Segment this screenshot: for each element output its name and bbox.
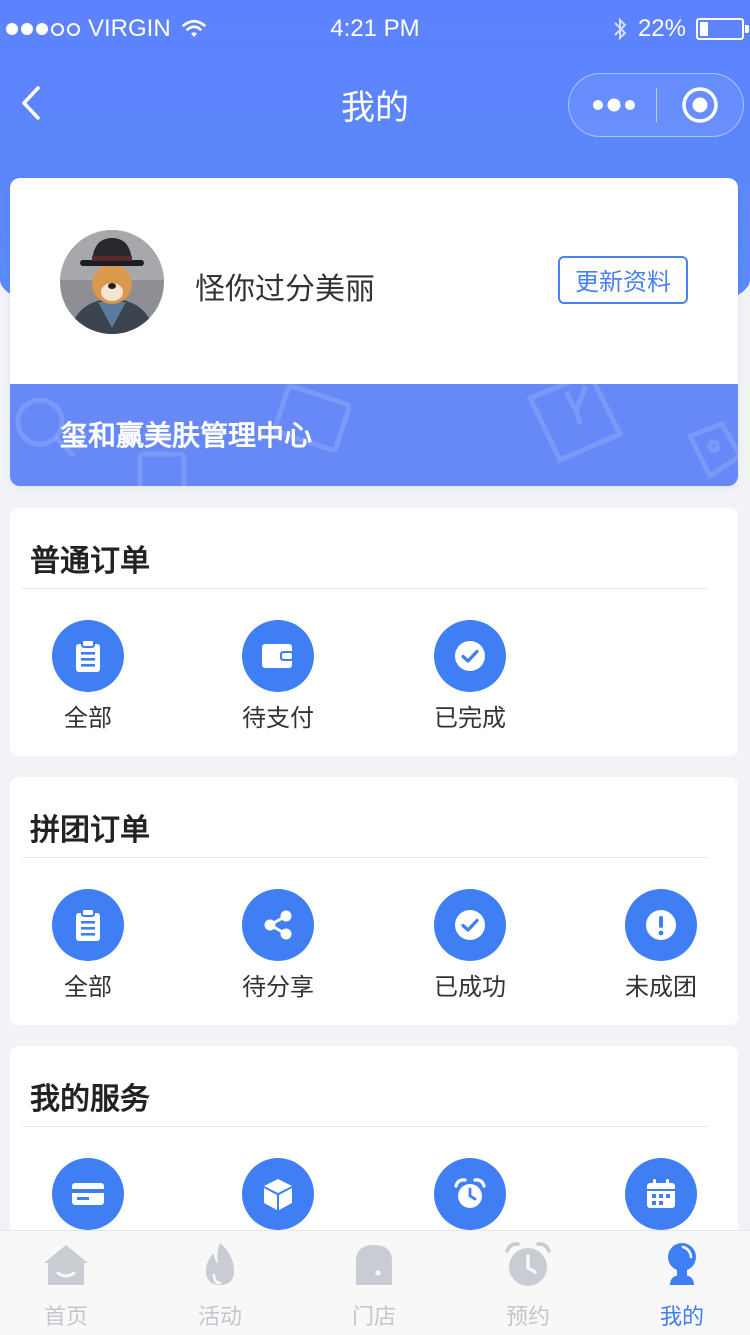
section-title: 我的服务	[30, 1082, 150, 1117]
card-icon	[52, 1158, 124, 1230]
group-order-success[interactable]: 已成功	[400, 889, 540, 1002]
group-order-to-share[interactable]: 待分享	[208, 889, 348, 1002]
item-label: 未成团	[625, 973, 697, 1001]
store-center-name: 玺和赢美肤管理中心	[60, 419, 313, 452]
order-completed[interactable]: 已完成	[400, 620, 540, 733]
clipboard-icon	[52, 889, 124, 961]
capsule-divider	[656, 88, 657, 122]
wallet-icon	[242, 620, 314, 692]
clock-icon	[505, 1242, 551, 1286]
battery-percent: 22%	[637, 15, 686, 42]
service-card[interactable]	[18, 1158, 158, 1230]
tab-bar: 首页 活动 门店 预约 我的	[0, 1230, 750, 1335]
item-label: 已成功	[434, 973, 506, 1001]
calendar-icon	[625, 1158, 697, 1230]
check-circle-icon	[434, 889, 506, 961]
section-divider	[22, 1126, 708, 1127]
tab-home[interactable]: 首页	[6, 1239, 126, 1331]
order-pending-payment[interactable]: 待支付	[208, 620, 348, 733]
navigation-bar: 我的	[0, 60, 750, 148]
check-circle-icon	[434, 620, 506, 692]
status-right: 22%	[612, 15, 749, 43]
item-label: 待支付	[242, 704, 314, 732]
close-target-icon[interactable]	[681, 86, 719, 124]
service-calendar[interactable]	[591, 1158, 731, 1230]
tab-label: 预约	[505, 1305, 550, 1330]
alarm-icon	[434, 1158, 506, 1230]
tab-label: 活动	[197, 1305, 242, 1330]
username: 怪你过分美丽	[195, 272, 375, 307]
group-order-failed[interactable]: 未成团	[591, 889, 731, 1002]
battery-icon	[696, 18, 749, 40]
service-reminder[interactable]	[400, 1158, 540, 1230]
item-label: 全部	[64, 704, 112, 732]
tab-appointment[interactable]: 预约	[468, 1239, 588, 1331]
home-icon	[44, 1245, 88, 1285]
bluetooth-icon	[614, 17, 627, 41]
share-icon	[242, 889, 314, 961]
item-label: 待分享	[242, 973, 314, 1001]
section-divider	[22, 588, 708, 589]
section-title: 普通订单	[30, 544, 150, 579]
tab-store[interactable]: 门店	[314, 1239, 434, 1331]
status-bar: VIRGIN 4:21 PM 22%	[0, 0, 750, 60]
store-center-banner[interactable]: 玺和赢美肤管理中心	[10, 384, 738, 486]
item-label: 已完成	[434, 704, 506, 732]
item-label: 全部	[64, 973, 112, 1001]
avatar[interactable]	[60, 230, 164, 334]
tab-label: 门店	[351, 1305, 396, 1330]
normal-orders-section: 普通订单 全部 待支付 已完成	[10, 508, 738, 756]
service-package[interactable]	[208, 1158, 348, 1230]
clipboard-icon	[52, 620, 124, 692]
order-all[interactable]: 全部	[18, 620, 158, 733]
profile-card: 怪你过分美丽 更新资料 玺和赢美肤管理中心	[10, 178, 738, 486]
mini-program-capsule	[568, 73, 744, 137]
group-order-all[interactable]: 全部	[18, 889, 158, 1002]
alert-icon	[625, 889, 697, 961]
section-title: 拼团订单	[30, 813, 150, 848]
user-icon	[668, 1243, 696, 1285]
box-icon	[242, 1158, 314, 1230]
tab-label: 我的	[659, 1305, 704, 1330]
store-icon	[356, 1245, 392, 1285]
tab-label: 首页	[43, 1305, 88, 1330]
tab-mine[interactable]: 我的	[622, 1239, 742, 1331]
group-orders-section: 拼团订单 全部 待分享 已成功 未成团	[10, 777, 738, 1025]
fire-icon	[206, 1243, 234, 1285]
tab-activity[interactable]: 活动	[160, 1239, 280, 1331]
section-divider	[22, 857, 708, 858]
update-profile-button[interactable]: 更新资料	[558, 256, 688, 304]
more-icon[interactable]	[591, 92, 637, 118]
